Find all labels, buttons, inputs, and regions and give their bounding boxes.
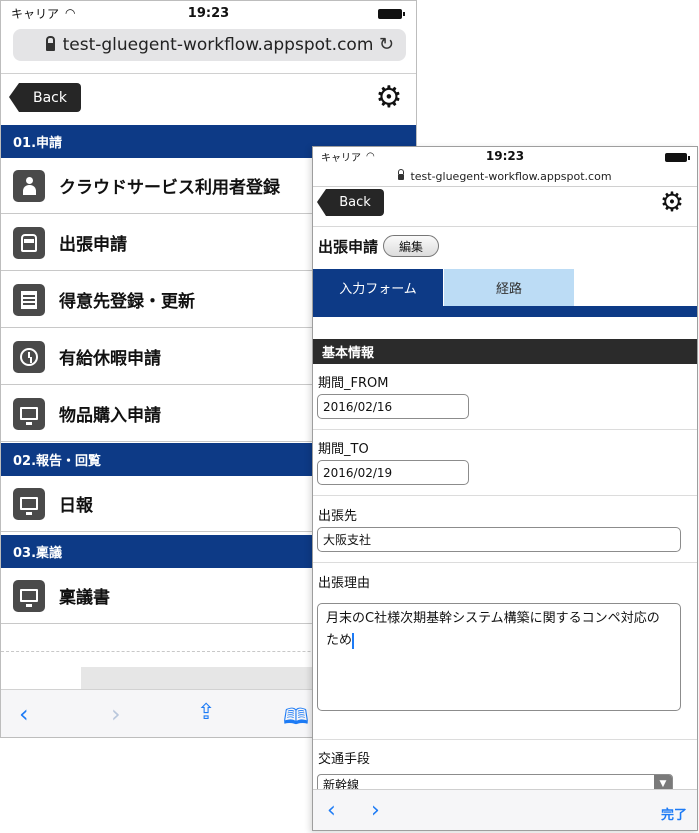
edit-button[interactable]: 編集 [383, 235, 439, 257]
monitor-icon [13, 397, 45, 430]
lock-icon [398, 169, 405, 180]
clock-time: 19:23 [485, 149, 525, 163]
person-icon [13, 169, 45, 202]
divider [1, 73, 416, 74]
next-field-icon[interactable]: › [371, 798, 380, 823]
address-bar[interactable]: test-gluegent-workflow.appspot.com [313, 167, 697, 185]
text-cursor [352, 632, 355, 649]
tab-underline [313, 306, 697, 317]
done-button[interactable]: 完了 [661, 804, 687, 823]
reason-text-line: ため [326, 632, 355, 649]
building-icon [13, 283, 45, 316]
reason-label: 出張理由 [318, 576, 371, 591]
divider [313, 429, 697, 430]
train-icon [13, 226, 45, 259]
back-arrow-icon[interactable]: ‹ [19, 700, 29, 728]
gear-icon[interactable]: ⚙ [373, 80, 405, 115]
list-item-label: 日報 [59, 496, 93, 516]
scroll-area [81, 667, 321, 689]
reason-text-line: 月末のC社様次期基幹システム構築に関するコンペ対応の [326, 611, 660, 626]
front-phone-screen: キャリア ◠ 19:23 test-gluegent-workflow.apps… [312, 146, 698, 831]
tab-route[interactable]: 経路 [444, 269, 574, 306]
divider [313, 186, 697, 187]
gear-icon[interactable]: ⚙ [657, 187, 687, 218]
previous-field-icon[interactable]: ‹ [327, 798, 336, 823]
bookmarks-icon[interactable]: 🕮 [283, 700, 309, 737]
list-item-label: 得意先登録・更新 [59, 292, 195, 312]
list-item-label: 稟議書 [59, 588, 110, 608]
divider [313, 226, 697, 227]
list-item-label: クラウドサービス利用者登録 [59, 178, 280, 198]
divider [313, 739, 697, 740]
status-bar: キャリア ◠ 19:23 [313, 147, 697, 165]
clock-time: 19:23 [187, 5, 230, 21]
destination-label: 出張先 [318, 509, 358, 524]
battery-icon [378, 9, 405, 19]
divider [313, 495, 697, 496]
url-text: test-gluegent-workflow.appspot.com [410, 169, 612, 183]
period-from-label: 期間_FROM [318, 376, 389, 391]
share-icon[interactable]: ⇪ [197, 700, 215, 725]
list-item-label: 物品購入申請 [59, 406, 161, 426]
monitor-icon [13, 579, 45, 612]
address-bar[interactable]: test-gluegent-workflow.appspot.com ↻ [13, 29, 406, 61]
transport-label: 交通手段 [318, 752, 371, 767]
period-to-input[interactable]: 2016/02/19 [317, 460, 469, 485]
section-header-basic-info: 基本情報 [313, 339, 697, 364]
clock-icon [13, 340, 45, 373]
back-button[interactable]: Back [9, 83, 81, 112]
back-button[interactable]: Back [317, 189, 384, 216]
page-title: 出張申請 [318, 238, 379, 256]
reason-textarea[interactable]: 月末のC社様次期基幹システム構築に関するコンペ対応の ため [317, 603, 681, 711]
forward-arrow-icon[interactable]: › [111, 700, 121, 728]
list-item-label: 出張申請 [59, 235, 127, 255]
period-to-label: 期間_TO [318, 442, 369, 457]
tab-input-form[interactable]: 入力フォーム [313, 269, 443, 306]
destination-input[interactable]: 大阪支社 [317, 527, 681, 552]
keyboard-accessory-toolbar: ‹ › 完了 [313, 789, 697, 830]
divider [313, 562, 697, 563]
period-from-input[interactable]: 2016/02/16 [317, 394, 469, 419]
status-bar: キャリア ◠ 19:23 [1, 1, 416, 25]
list-item-label: 有給休暇申請 [59, 349, 161, 369]
battery-icon [665, 153, 690, 162]
reload-icon[interactable]: ↻ [379, 34, 394, 55]
url-text: test-gluegent-workflow.appspot.com [62, 35, 374, 55]
lock-icon [45, 36, 55, 51]
monitor-icon [13, 487, 45, 520]
